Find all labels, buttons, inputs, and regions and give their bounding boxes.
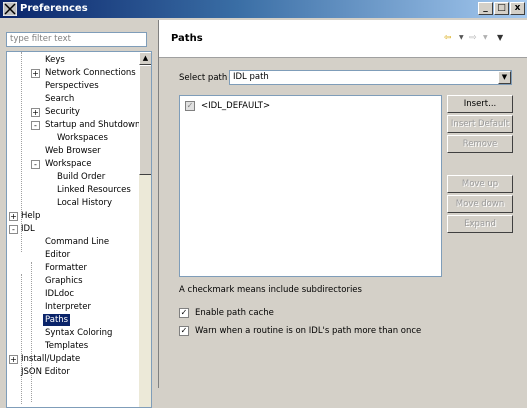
tree-item-help[interactable]: Help bbox=[21, 210, 40, 222]
tree-item-web-browser[interactable]: Web Browser bbox=[45, 145, 101, 157]
move-down-button[interactable]: Move down bbox=[447, 195, 513, 213]
select-path-label: Select path bbox=[179, 73, 228, 83]
tree-item-search[interactable]: Search bbox=[45, 93, 74, 105]
remove-button[interactable]: Remove bbox=[447, 135, 513, 153]
tree-item-command-line[interactable]: Command Line bbox=[45, 236, 109, 248]
tree-item-json-editor[interactable]: JSON Editor bbox=[21, 366, 70, 378]
tree-item-startup-and-shutdown[interactable]: Startup and Shutdown bbox=[45, 119, 140, 131]
tree-item-idl[interactable]: IDL bbox=[21, 223, 35, 235]
expand-icon[interactable]: + bbox=[31, 108, 40, 117]
close-button[interactable]: x bbox=[510, 2, 525, 15]
filter-input[interactable]: type filter text bbox=[6, 32, 147, 47]
enable-path-cache-label: Enable path cache bbox=[195, 308, 274, 318]
insert-button[interactable]: Insert... bbox=[447, 95, 513, 113]
window-title: Preferences bbox=[20, 3, 88, 14]
tree-guide-line bbox=[21, 274, 22, 404]
preferences-page: Paths ⇦ ▼ ⇨ ▼ ▼ Select path IDL path ▼ ✓… bbox=[158, 20, 527, 388]
tree-item-install-update[interactable]: Install/Update bbox=[21, 353, 80, 365]
back-dropdown-icon[interactable]: ▼ bbox=[459, 32, 464, 44]
preferences-app-icon bbox=[3, 2, 17, 16]
tree-item-idldoc[interactable]: IDLdoc bbox=[45, 288, 74, 300]
expand-icon[interactable]: + bbox=[31, 69, 40, 78]
tree-item-interpreter[interactable]: Interpreter bbox=[45, 301, 91, 313]
tree-item-security[interactable]: Security bbox=[45, 106, 80, 118]
title-bar: Preferences _ □ x bbox=[0, 0, 527, 18]
expand-button[interactable]: Expand bbox=[447, 215, 513, 233]
tree-scrollbar[interactable]: ▲ bbox=[139, 52, 151, 407]
expand-icon[interactable]: + bbox=[9, 212, 18, 221]
warn-duplicate-routine-checkbox[interactable]: ✓ bbox=[179, 326, 189, 336]
select-path-value: IDL path bbox=[233, 72, 269, 82]
tree-item-paths[interactable]: Paths bbox=[43, 314, 71, 326]
maximize-button[interactable]: □ bbox=[494, 2, 509, 15]
view-menu-icon[interactable]: ▼ bbox=[497, 32, 503, 44]
select-path-dropdown[interactable]: IDL path ▼ bbox=[229, 70, 512, 85]
forward-arrow-icon[interactable]: ⇨ bbox=[469, 32, 477, 44]
path-entry-text: <IDL_DEFAULT> bbox=[201, 101, 271, 111]
tree-item-formatter[interactable]: Formatter bbox=[45, 262, 87, 274]
dropdown-arrow-icon[interactable]: ▼ bbox=[498, 71, 511, 84]
tree-item-keys[interactable]: Keys bbox=[45, 54, 65, 66]
tree-item-network-connections[interactable]: Network Connections bbox=[45, 67, 136, 79]
tree-item-build-order[interactable]: Build Order bbox=[57, 171, 105, 183]
warn-duplicate-routine-label: Warn when a routine is on IDL's path mor… bbox=[195, 326, 422, 336]
tree-guide-line bbox=[31, 262, 32, 402]
tree-item-graphics[interactable]: Graphics bbox=[45, 275, 83, 287]
path-checkbox[interactable]: ✓ bbox=[185, 101, 195, 111]
tree-item-workspace[interactable]: Workspace bbox=[45, 158, 91, 170]
subdirectories-hint: A checkmark means include subdirectories bbox=[179, 285, 362, 295]
tree-item-perspectives[interactable]: Perspectives bbox=[45, 80, 99, 92]
minimize-button[interactable]: _ bbox=[478, 2, 493, 15]
tree-item-workspaces[interactable]: Workspaces bbox=[57, 132, 108, 144]
path-list[interactable]: ✓ <IDL_DEFAULT> bbox=[179, 95, 442, 277]
collapse-icon[interactable]: - bbox=[9, 225, 18, 234]
tree-item-linked-resources[interactable]: Linked Resources bbox=[57, 184, 131, 196]
expand-icon[interactable]: + bbox=[9, 355, 18, 364]
enable-path-cache-checkbox[interactable]: ✓ bbox=[179, 308, 189, 318]
scroll-up-arrow-icon[interactable]: ▲ bbox=[139, 52, 151, 65]
tree-item-editor[interactable]: Editor bbox=[45, 249, 70, 261]
page-title: Paths bbox=[171, 33, 203, 44]
preferences-sidebar: type filter text Keys + Network Connecti… bbox=[0, 20, 155, 408]
preferences-tree: Keys + Network Connections Perspectives … bbox=[6, 51, 152, 408]
tree-item-local-history[interactable]: Local History bbox=[57, 197, 112, 209]
tree-guide-line bbox=[21, 52, 22, 252]
insert-default-button[interactable]: Insert Default bbox=[447, 115, 513, 133]
tree-item-templates[interactable]: Templates bbox=[45, 340, 88, 352]
scroll-thumb[interactable] bbox=[139, 65, 151, 175]
forward-dropdown-icon[interactable]: ▼ bbox=[483, 32, 488, 44]
collapse-icon[interactable]: - bbox=[31, 121, 40, 130]
move-up-button[interactable]: Move up bbox=[447, 175, 513, 193]
back-arrow-icon[interactable]: ⇦ bbox=[444, 32, 452, 44]
collapse-icon[interactable]: - bbox=[31, 160, 40, 169]
tree-item-syntax-coloring[interactable]: Syntax Coloring bbox=[45, 327, 112, 339]
page-header: Paths ⇦ ▼ ⇨ ▼ ▼ bbox=[159, 20, 527, 58]
